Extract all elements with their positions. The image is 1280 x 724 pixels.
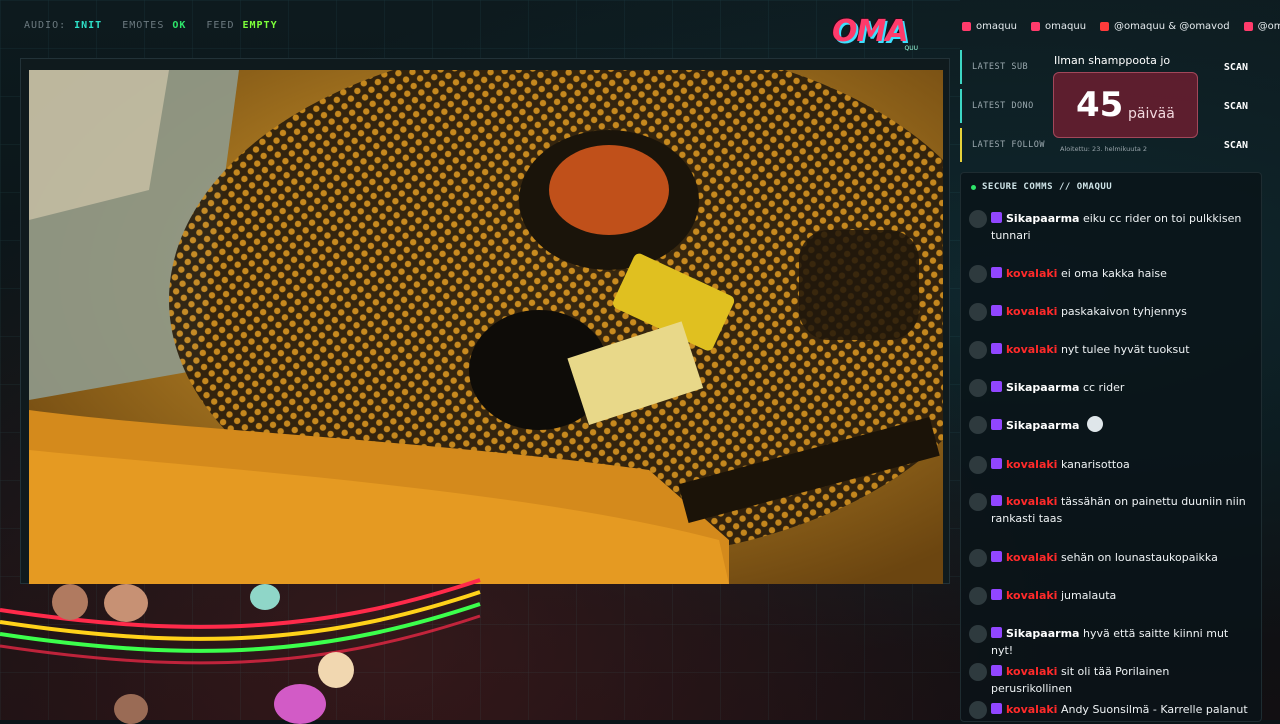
chat-message: kovalaki sehän on lounastaukopaikka [969,549,1253,567]
chat-text: cc rider [1082,381,1125,394]
chat-username[interactable]: Sikapaarma [1006,419,1079,432]
counter-start-date: Aloitettu: 23. helmikuuta 2 [1060,145,1148,153]
status-emotes: EMOTES OK [122,20,187,31]
chat-message: kovalaki tässähän on painettu duuniin ni… [969,493,1253,527]
online-dot-icon [971,184,976,190]
counter-title: Ilman shamppoota jo [1054,54,1171,67]
chat-avatar [969,210,987,228]
chat-username[interactable]: kovalaki [1006,458,1057,471]
youtube-icon [1100,22,1110,31]
chat-avatar [969,549,987,567]
video-feed[interactable] [29,70,943,584]
chat-avatar [969,701,987,719]
chat-text: paskakaivon tyhjennys [1060,305,1187,318]
chat-username[interactable]: kovalaki [1006,551,1057,564]
chat-message: Sikapaarma eiku cc rider on toi pulkkise… [969,210,1253,244]
chat-message: Sikapaarma cc rider [969,379,1253,397]
chat-text: sehän on lounastaukopaikka [1060,551,1218,564]
twitch-badge-icon [991,343,1002,354]
counter-number: 45 [1076,85,1124,125]
chat-username[interactable]: kovalaki [1006,589,1057,602]
chat-avatar [969,341,987,359]
twitch-badge-icon [991,381,1002,392]
chat-avatar [969,379,987,397]
chat-avatar [969,456,987,474]
chat-text: jumalauta [1060,589,1117,602]
twitch-badge-icon [991,495,1002,506]
tiktok-icon [1243,22,1253,31]
chat-panel[interactable]: SECURE COMMS // OMAQUU Sikapaarma eiku c… [960,172,1262,722]
chat-message: Sikapaarma [969,416,1253,434]
days-counter: 45 päivää [1053,72,1198,138]
social-link-instagram[interactable]: omaquu [1031,21,1086,32]
chat-message: kovalaki sit oli tää Porilainen perusrik… [969,663,1253,697]
chat-username[interactable]: kovalaki [1006,495,1057,508]
twitch-badge-icon [991,551,1002,562]
mascot-icon [250,584,280,610]
twitch-badge-icon [991,419,1002,430]
twitch-icon [962,22,971,31]
video-scene-image [29,70,943,584]
social-links: omaquu omaquu @omaquu & @omavod @omaquu … [962,21,1280,32]
chat-username[interactable]: kovalaki [1006,343,1057,356]
chat-avatar [969,625,987,643]
chat-text: nyt tulee hyvät tuoksut [1060,343,1190,356]
twitch-badge-icon [991,665,1002,676]
instagram-icon [1031,22,1041,31]
pink-mascot-icon [274,684,326,724]
chat-username[interactable]: kovalaki [1006,665,1057,678]
chat-message: kovalaki nyt tulee hyvät tuoksut [969,341,1253,359]
chat-avatar [969,493,987,511]
twitch-badge-icon [991,458,1002,469]
channel-logo: OMA QUU [832,14,918,52]
twitch-badge-icon [991,267,1002,278]
twitch-badge-icon [991,627,1002,638]
chat-header: SECURE COMMS // OMAQUU [971,182,1112,192]
chat-text: Andy Suonsilmä - Karrelle palanut [1060,703,1248,716]
counter-unit: päivää [1128,106,1175,122]
status-bar: AUDIO: INIT EMOTES OK FEED EMPTY [24,20,278,31]
twitch-badge-icon [991,212,1002,223]
chat-avatar [969,587,987,605]
twitch-badge-icon [991,703,1002,714]
chat-avatar [969,265,987,283]
chat-message: kovalaki ei oma kakka haise [969,265,1253,283]
viewer-avatar-1 [52,584,88,620]
chat-message: kovalaki Andy Suonsilmä - Karrelle palan… [969,701,1253,719]
chat-message: kovalaki paskakaivon tyhjennys [969,303,1253,321]
chat-avatar [969,663,987,681]
emote-icon [1086,416,1103,432]
social-link-tiktok[interactable]: @omaquu & [1243,21,1280,32]
chat-username[interactable]: kovalaki [1006,305,1057,318]
chat-message: Sikapaarma hyvä että saitte kiinni mut n… [969,625,1253,659]
viewer-avatar-2 [104,584,148,622]
chat-text: ei oma kakka haise [1060,267,1167,280]
chat-username[interactable]: kovalaki [1006,267,1057,280]
chat-message: kovalaki jumalauta [969,587,1253,605]
twitch-badge-icon [991,589,1002,600]
twitch-badge-icon [991,305,1002,316]
chat-username[interactable]: kovalaki [1006,703,1057,716]
chat-username[interactable]: Sikapaarma [1006,627,1079,640]
chat-text: kanarisottoa [1060,458,1130,471]
chat-message: kovalaki kanarisottoa [969,456,1253,474]
status-feed: FEED EMPTY [206,20,278,31]
chat-username[interactable]: Sikapaarma [1006,212,1079,225]
social-link-twitch[interactable]: omaquu [962,21,1017,32]
chat-username[interactable]: Sikapaarma [1006,381,1079,394]
social-link-youtube[interactable]: @omaquu & @omavod [1100,21,1230,32]
beer-mascot-icon [318,652,354,688]
status-audio: AUDIO: INIT [24,20,103,31]
chat-avatar [969,303,987,321]
rainbow-swoosh-decoration [0,578,481,665]
chat-avatar [969,416,987,434]
